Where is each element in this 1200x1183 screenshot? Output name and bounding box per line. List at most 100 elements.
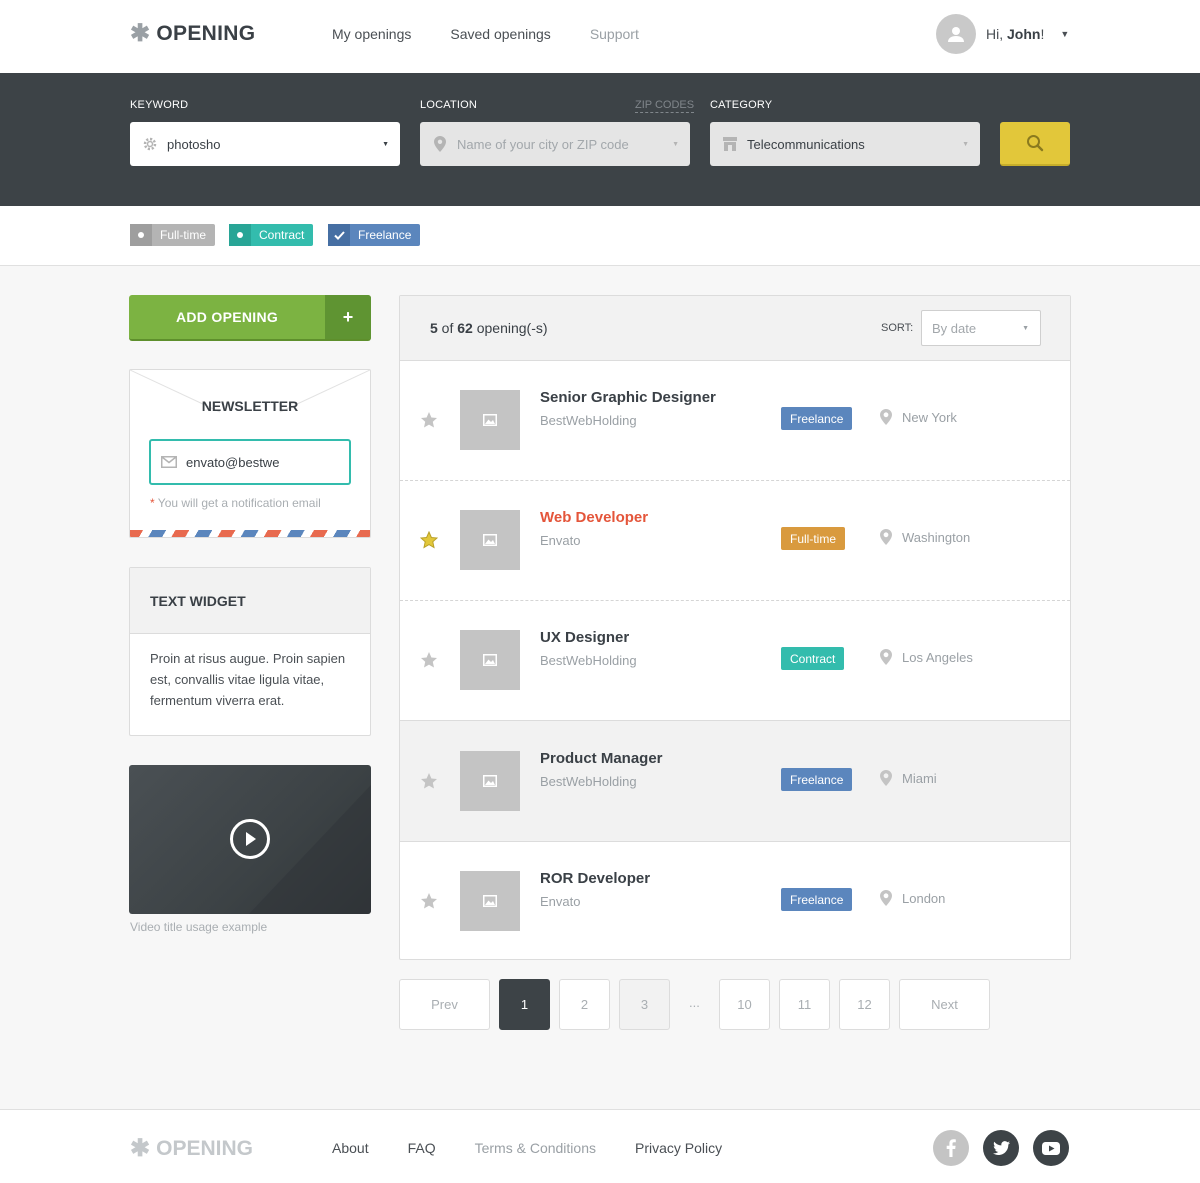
star-icon[interactable] xyxy=(420,651,438,669)
add-opening-label: ADD OPENING xyxy=(175,309,279,325)
job-row-hovered[interactable]: Product Manager BestWebHolding Freelance… xyxy=(400,720,1070,842)
star-icon-active[interactable] xyxy=(420,531,438,549)
nav-support[interactable]: Support xyxy=(590,26,639,42)
avatar[interactable] xyxy=(936,14,976,54)
play-icon[interactable] xyxy=(230,819,270,859)
page-button[interactable]: 10 xyxy=(719,979,770,1030)
radio-dot-icon xyxy=(130,224,152,246)
page-button[interactable]: 12 xyxy=(839,979,890,1030)
radio-dot-icon xyxy=(229,224,251,246)
dropdown-arrow-icon[interactable]: ▼ xyxy=(672,141,679,148)
job-title[interactable]: ROR Developer xyxy=(540,870,650,887)
plus-icon: + xyxy=(325,295,371,339)
text-widget-title: TEXT WIDGET xyxy=(130,568,370,634)
count-suffix: opening(-s) xyxy=(472,320,548,336)
map-pin-icon xyxy=(880,649,892,665)
job-location: Los Angeles xyxy=(880,649,973,665)
keyword-label: KEYWORD xyxy=(130,99,189,111)
gear-icon xyxy=(142,136,158,152)
company-logo xyxy=(460,871,520,931)
footer-logo[interactable]: ✱ OPENING xyxy=(130,1137,253,1161)
footer-link-terms[interactable]: Terms & Conditions xyxy=(475,1140,596,1156)
checkmark-icon xyxy=(328,224,350,246)
job-type-badge: Freelance xyxy=(781,888,853,911)
location-text: Los Angeles xyxy=(902,649,973,665)
location-input[interactable]: Name of your city or ZIP code ▼ xyxy=(420,122,690,166)
map-pin-icon xyxy=(880,529,892,545)
zip-codes-link[interactable]: ZIP CODES xyxy=(635,99,695,113)
job-title[interactable]: Web Developer xyxy=(540,509,648,526)
image-icon xyxy=(483,895,497,907)
newsletter-note: * You will get a notification email xyxy=(150,496,321,510)
keyword-value[interactable]: photosho xyxy=(167,137,382,152)
filter-freelance[interactable]: Freelance xyxy=(328,224,421,246)
video-player[interactable] xyxy=(129,765,371,914)
video-caption: Video title usage example xyxy=(130,920,268,934)
next-page-button[interactable]: Next xyxy=(899,979,990,1030)
star-icon[interactable] xyxy=(420,411,438,429)
prev-page-button[interactable]: Prev xyxy=(399,979,490,1030)
company-logo xyxy=(460,510,520,570)
job-title[interactable]: UX Designer xyxy=(540,629,629,646)
job-location: Miami xyxy=(880,770,937,786)
footer-link-about[interactable]: About xyxy=(332,1140,369,1156)
footer: ✱ OPENING About FAQ Terms & Conditions P… xyxy=(0,1109,1200,1183)
facebook-icon[interactable] xyxy=(933,1130,969,1166)
filter-full-time[interactable]: Full-time xyxy=(130,224,216,246)
company-name: BestWebHolding xyxy=(540,653,637,668)
result-count: 5 of 62 opening(-s) xyxy=(430,320,548,336)
list-toolbar: 5 of 62 opening(-s) SORT: By date ▼ xyxy=(400,296,1070,361)
dropdown-arrow-icon[interactable]: ▼ xyxy=(962,141,969,148)
add-opening-button[interactable]: ADD OPENING + xyxy=(129,295,371,341)
category-label: CATEGORY xyxy=(710,99,773,111)
youtube-icon[interactable] xyxy=(1033,1130,1069,1166)
filter-contract[interactable]: Contract xyxy=(229,224,314,246)
job-title[interactable]: Senior Graphic Designer xyxy=(540,389,716,406)
image-icon xyxy=(483,775,497,787)
location-placeholder[interactable]: Name of your city or ZIP code xyxy=(457,137,672,152)
footer-link-faq[interactable]: FAQ xyxy=(408,1140,436,1156)
map-pin-icon xyxy=(880,890,892,906)
star-icon[interactable] xyxy=(420,772,438,790)
page-button[interactable]: 2 xyxy=(559,979,610,1030)
location-text: Miami xyxy=(902,770,937,786)
category-value[interactable]: Telecommunications xyxy=(747,137,962,152)
job-title[interactable]: Product Manager xyxy=(540,750,663,767)
newsletter-email-value[interactable]: envato@bestwe xyxy=(186,455,279,470)
nav-saved-openings[interactable]: Saved openings xyxy=(450,26,550,42)
star-icon[interactable] xyxy=(420,892,438,910)
search-button[interactable] xyxy=(1000,122,1070,166)
store-icon xyxy=(722,136,738,152)
page-button[interactable]: 3 xyxy=(619,979,670,1030)
location-text: New York xyxy=(902,409,957,425)
job-row[interactable]: UX Designer BestWebHolding Contract Los … xyxy=(400,601,1070,721)
count-of: of xyxy=(437,320,458,336)
keyword-input[interactable]: photosho ▼ xyxy=(130,122,400,166)
main-nav: My openings Saved openings Support xyxy=(332,26,639,42)
user-menu[interactable]: Hi, John! ▼ xyxy=(936,14,1069,54)
nav-my-openings[interactable]: My openings xyxy=(332,26,411,42)
category-select[interactable]: Telecommunications ▼ xyxy=(710,122,980,166)
type-filters: Full-time Contract Freelance xyxy=(0,206,1200,266)
job-row[interactable]: Web Developer Envato Full-time Washingto… xyxy=(400,481,1070,601)
dropdown-arrow-icon[interactable]: ▼ xyxy=(382,141,389,148)
sort-select[interactable]: By date ▼ xyxy=(921,310,1041,346)
job-row[interactable]: ROR Developer Envato Freelance London xyxy=(400,842,1070,959)
greeting-suffix: ! xyxy=(1040,26,1045,42)
map-pin-icon xyxy=(880,409,892,425)
filter-label: Full-time xyxy=(160,228,207,242)
page-button[interactable]: 11 xyxy=(779,979,830,1030)
newsletter-email-field[interactable]: envato@bestwe xyxy=(149,439,351,485)
logo[interactable]: ✱ OPENING xyxy=(130,22,255,46)
footer-link-privacy[interactable]: Privacy Policy xyxy=(635,1140,722,1156)
image-icon xyxy=(483,534,497,546)
job-type-badge: Freelance xyxy=(781,768,853,791)
job-row[interactable]: Senior Graphic Designer BestWebHolding F… xyxy=(400,361,1070,481)
search-panel: KEYWORD LOCATION ZIP CODES CATEGORY phot… xyxy=(0,73,1200,206)
caret-down-icon[interactable]: ▼ xyxy=(1060,29,1069,39)
page-button-current[interactable]: 1 xyxy=(499,979,550,1030)
greeting-prefix: Hi, xyxy=(986,26,1007,42)
count-shown: 5 xyxy=(430,320,438,336)
job-type-badge: Full-time xyxy=(781,527,846,550)
twitter-icon[interactable] xyxy=(983,1130,1019,1166)
